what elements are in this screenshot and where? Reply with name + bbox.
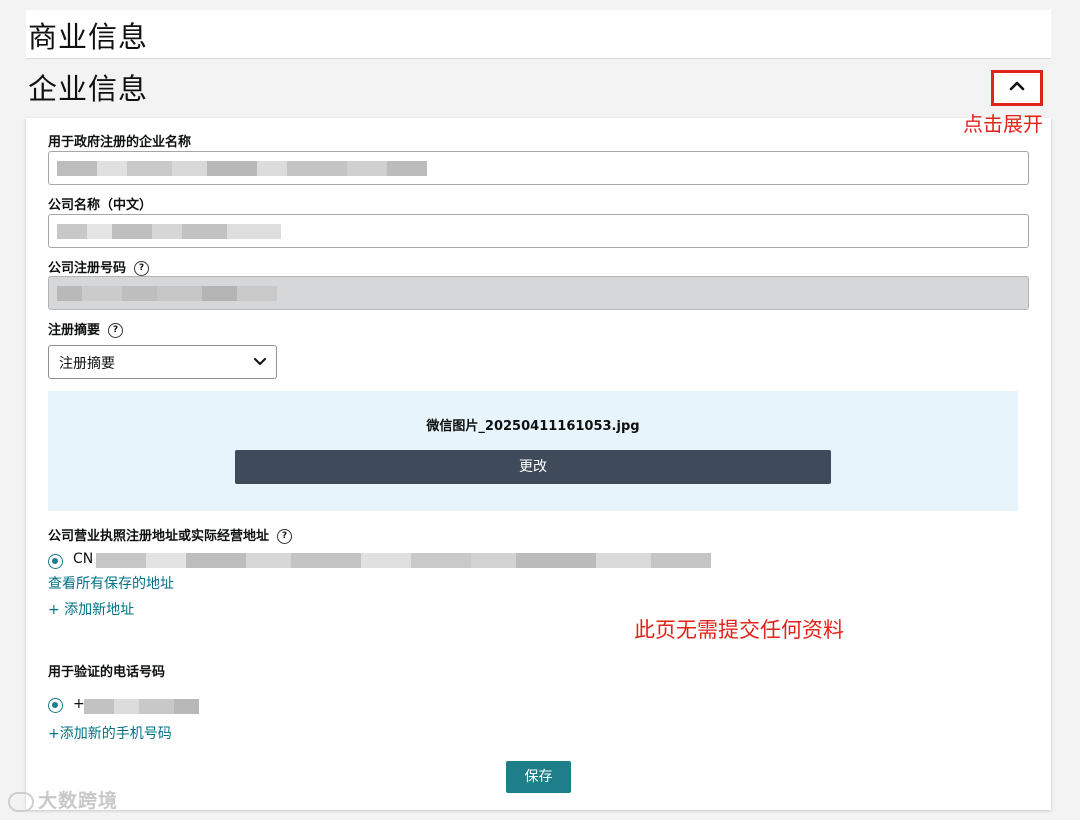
- phone-prefix: +: [73, 696, 85, 712]
- question-circle-icon[interactable]: ?: [108, 323, 124, 338]
- address-label: 公司营业执照注册地址或实际经营地址?: [48, 525, 293, 544]
- registration-number-input: [48, 276, 1029, 310]
- address-prefix: CN: [73, 551, 94, 567]
- select-value: 注册摘要: [59, 356, 115, 372]
- company-info-header: 企业信息: [26, 62, 1051, 118]
- document-upload-box: 微信图片_20250411161053.jpg 更改: [48, 391, 1018, 511]
- business-info-header: 商业信息: [26, 10, 1051, 58]
- section-divider: [26, 58, 1051, 59]
- redacted-value: [57, 161, 427, 176]
- redacted-address: [96, 553, 711, 568]
- uploaded-filename: 微信图片_20250411161053.jpg: [426, 419, 640, 434]
- chevron-down-icon: [254, 358, 266, 365]
- registration-summary-select[interactable]: 注册摘要: [48, 345, 277, 379]
- chevron-up-icon: [1009, 81, 1025, 91]
- no-submit-annotation: 此页无需提交任何资料: [634, 618, 844, 642]
- question-circle-icon[interactable]: ?: [277, 529, 293, 544]
- add-new-address-link[interactable]: + 添加新地址: [48, 599, 134, 619]
- address-radio[interactable]: [48, 554, 63, 569]
- add-new-phone-link[interactable]: +添加新的手机号码: [48, 723, 172, 743]
- collapse-button[interactable]: [991, 70, 1043, 106]
- change-file-button[interactable]: 更改: [235, 450, 831, 484]
- redacted-value: [57, 224, 281, 239]
- gov-registered-name-input[interactable]: [48, 151, 1029, 185]
- watermark-logo-icon: [8, 791, 34, 812]
- phone-label: 用于验证的电话号码: [48, 665, 166, 680]
- redacted-phone: [84, 699, 199, 714]
- save-button[interactable]: 保存: [506, 761, 571, 793]
- registration-number-label: 公司注册号码?: [48, 257, 150, 276]
- business-info-title: 商业信息: [28, 20, 149, 54]
- company-info-title: 企业信息: [28, 72, 149, 106]
- watermark: 大数跨境: [8, 786, 118, 813]
- phone-radio[interactable]: [48, 698, 63, 713]
- company-name-cn-label: 公司名称（中文）: [48, 198, 153, 213]
- view-saved-addresses-link[interactable]: 查看所有保存的地址: [48, 573, 174, 593]
- gov-registered-name-label: 用于政府注册的企业名称: [48, 135, 192, 150]
- registration-summary-label: 注册摘要?: [48, 319, 124, 338]
- expand-hint-annotation: 点击展开: [963, 112, 1043, 136]
- question-circle-icon[interactable]: ?: [134, 261, 150, 276]
- company-name-cn-input[interactable]: [48, 214, 1029, 248]
- redacted-value: [57, 286, 277, 301]
